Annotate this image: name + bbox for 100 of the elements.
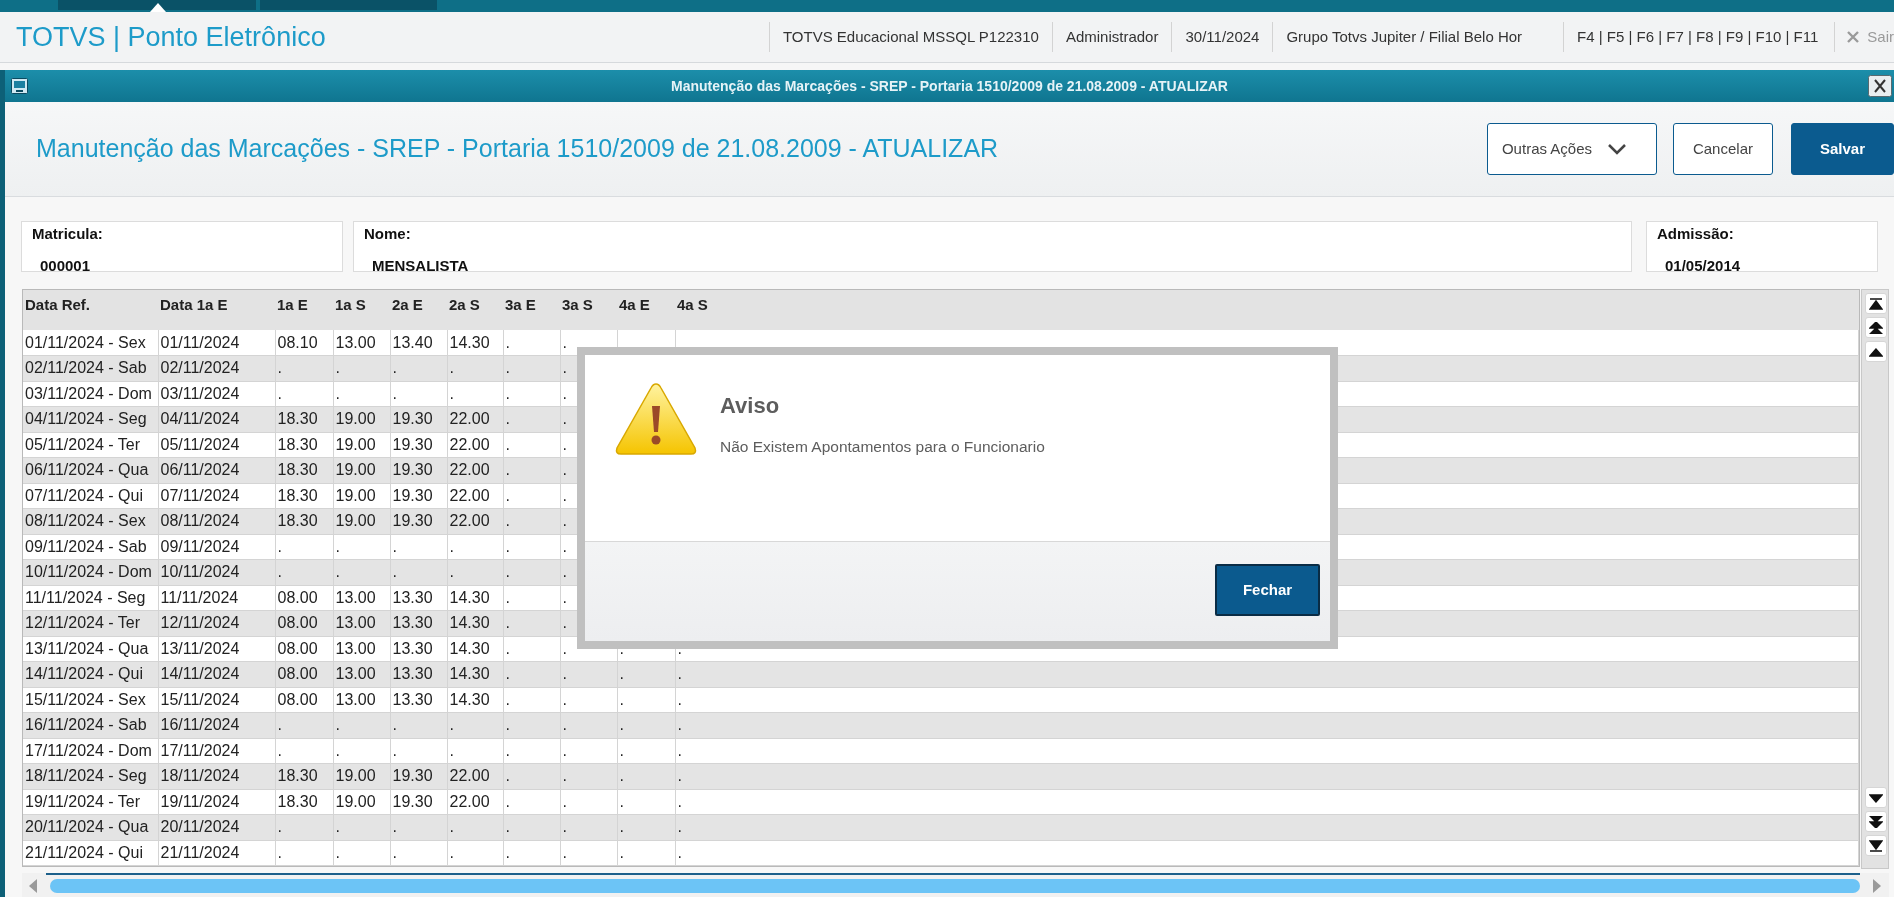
table-cell: 19.00 — [333, 432, 390, 458]
column-header[interactable]: Data Ref. — [23, 290, 158, 330]
table-cell: 11/11/2024 - Seg — [23, 585, 158, 611]
table-cell: 02/11/2024 — [158, 355, 275, 381]
table-cell: . — [503, 483, 560, 509]
field-label: Nome: — [364, 224, 412, 244]
dropdown-button[interactable]: Outras Ações — [1486, 123, 1657, 175]
table-cell: 14.30 — [447, 585, 503, 611]
header-info: 30/11/2024 — [1171, 22, 1273, 52]
scroll-down-icon[interactable] — [1869, 791, 1883, 804]
column-header[interactable]: 1a S — [333, 290, 390, 330]
table-cell: . — [503, 585, 560, 611]
chevron-down-icon — [1608, 143, 1626, 155]
table-cell: . — [675, 738, 1859, 764]
table-cell: 13/11/2024 — [158, 636, 275, 662]
table-cell: 03/11/2024 - Dom — [23, 381, 158, 407]
table-cell: . — [447, 840, 503, 866]
table-cell: 07/11/2024 - Qui — [23, 483, 158, 509]
table-cell: . — [390, 381, 447, 407]
close-button[interactable]: Fechar — [1215, 564, 1320, 616]
table-cell: . — [503, 789, 560, 815]
form-field[interactable]: Nome: MENSALISTA — [353, 221, 1632, 272]
table-cell: 10/11/2024 - Dom — [23, 559, 158, 585]
table-cell: 21/11/2024 — [158, 840, 275, 866]
table-cell: 13.00 — [333, 687, 390, 713]
table-cell: 15/11/2024 — [158, 687, 275, 713]
table-cell: 10/11/2024 — [158, 559, 275, 585]
field-label: Admissão: — [1657, 224, 1735, 244]
table-cell: . — [333, 534, 390, 560]
header-info: TOTVS Educacional MSSQL P122310 — [768, 22, 1052, 52]
table-cell: . — [503, 636, 560, 662]
page-up-icon[interactable] — [1869, 321, 1883, 334]
field-label: Matricula: — [32, 224, 104, 244]
table-cell: . — [503, 840, 560, 866]
table-cell: . — [275, 381, 333, 407]
column-header[interactable]: 4a E — [617, 290, 675, 330]
table-cell: . — [560, 687, 617, 713]
table-cell: 19/11/2024 - Ter — [23, 789, 158, 815]
table-cell: 14.30 — [447, 636, 503, 662]
horizontal-scrollbar[interactable] — [22, 873, 1889, 897]
table-cell: . — [675, 789, 1859, 815]
column-header[interactable]: 2a E — [390, 290, 447, 330]
table-cell: . — [617, 738, 675, 764]
column-header[interactable]: 3a S — [560, 290, 617, 330]
table-cell: 21/11/2024 - Qui — [23, 840, 158, 866]
header-info: Administrador — [1051, 22, 1172, 52]
table-cell: . — [390, 534, 447, 560]
column-header[interactable]: 1a E — [275, 290, 333, 330]
table-cell: 18.30 — [275, 789, 333, 815]
close-icon[interactable] — [1868, 75, 1892, 97]
table-cell: 06/11/2024 - Qua — [23, 457, 158, 483]
table-cell: 01/11/2024 — [158, 330, 275, 356]
table-cell: 22.00 — [447, 789, 503, 815]
table-cell: 13.40 — [390, 330, 447, 356]
table-cell: . — [675, 661, 1859, 687]
table-cell: . — [617, 687, 675, 713]
form-field[interactable]: Matricula: 000001 — [21, 221, 343, 272]
table-cell: 12/11/2024 - Ter — [23, 610, 158, 636]
scroll-top-icon[interactable] — [1869, 297, 1883, 310]
column-header[interactable]: 3a E — [503, 290, 560, 330]
table-cell: 22.00 — [447, 432, 503, 458]
form-field[interactable]: Admissão: 01/05/2014 — [1646, 221, 1878, 272]
table-cell: . — [333, 738, 390, 764]
table-cell: . — [560, 789, 617, 815]
window-icon — [11, 78, 28, 94]
scrollbar-thumb[interactable] — [50, 879, 1860, 893]
table-cell: 19.30 — [390, 483, 447, 509]
table-cell: 17/11/2024 — [158, 738, 275, 764]
form-title: Manutenção das Marcações - SREP - Portaria 1510/2009 de 21.08.2009 - ATUALIZAR — [36, 133, 999, 165]
column-header[interactable]: 2a S — [447, 290, 503, 330]
table-cell: 18.30 — [275, 483, 333, 509]
column-header[interactable]: Data 1a E — [158, 290, 275, 330]
table-cell: . — [390, 738, 447, 764]
warning-icon — [615, 382, 697, 456]
table-cell: 02/11/2024 - Sab — [23, 355, 158, 381]
table-cell: . — [675, 840, 1859, 866]
table-cell: 14.30 — [447, 330, 503, 356]
dialog-title: Aviso — [720, 392, 780, 420]
column-header[interactable]: 4a S — [675, 290, 1859, 330]
table-cell: . — [503, 687, 560, 713]
scroll-up-icon[interactable] — [1869, 345, 1883, 358]
save-button[interactable]: Salvar — [1790, 123, 1894, 175]
table-cell: 13.00 — [333, 585, 390, 611]
table-cell: . — [503, 534, 560, 560]
table-cell: 13.30 — [390, 585, 447, 611]
table-cell: . — [333, 381, 390, 407]
table-cell: 13/11/2024 - Qua — [23, 636, 158, 662]
table-cell: . — [447, 534, 503, 560]
table-cell: . — [503, 432, 560, 458]
table-cell: 14/11/2024 — [158, 661, 275, 687]
table-cell: 13.00 — [333, 636, 390, 662]
table-cell: . — [560, 738, 617, 764]
vertical-scrollbar[interactable] — [1861, 289, 1889, 869]
table-cell: . — [617, 789, 675, 815]
cancel-button[interactable]: Cancelar — [1672, 123, 1773, 175]
scroll-bottom-icon[interactable] — [1869, 839, 1883, 852]
table-cell: 09/11/2024 - Sab — [23, 534, 158, 560]
page-down-icon[interactable] — [1869, 815, 1883, 828]
table-cell: . — [390, 840, 447, 866]
table-cell: . — [675, 763, 1859, 789]
